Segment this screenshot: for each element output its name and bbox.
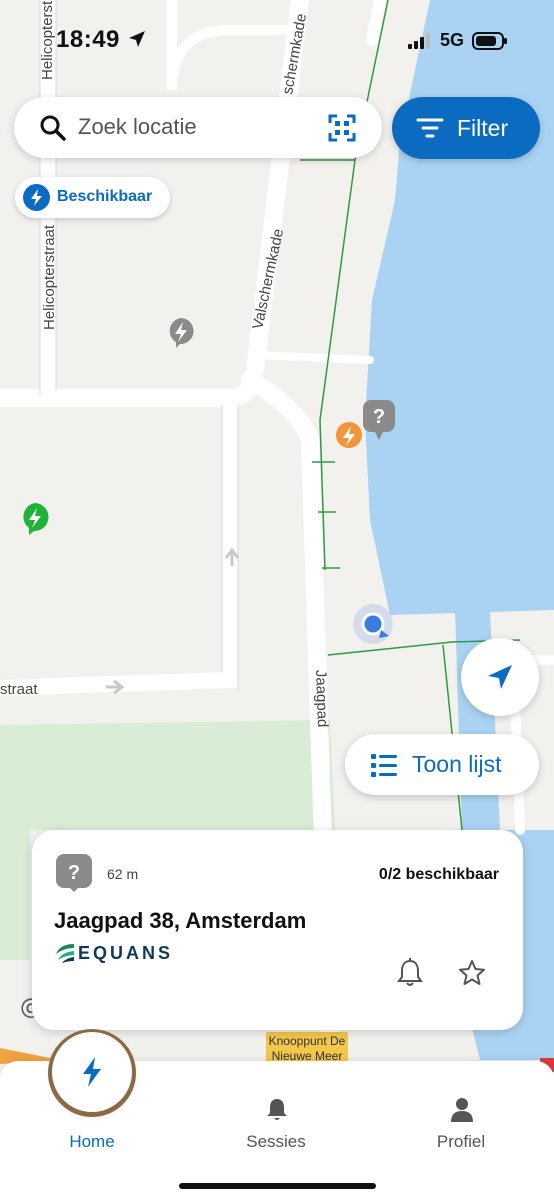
show-list-button[interactable]: Toon lijst (345, 734, 539, 795)
available-filter-chip[interactable]: Beschikbaar (15, 177, 170, 218)
time-text: 18:49 (56, 26, 120, 53)
favorite-star-icon[interactable] (458, 959, 486, 987)
chip-label: Beschikbaar (57, 188, 153, 205)
tab-sessies[interactable]: Sessies (216, 1132, 336, 1152)
location-card[interactable]: ? 62 m 0/2 beschikbaar Jaagpad 38, Amste… (32, 830, 523, 1030)
street-label-helicopterstraat: Helicopterstraat (41, 224, 58, 330)
svg-text:?: ? (373, 406, 385, 428)
street-label-straat: straat (0, 681, 38, 698)
bell-icon (267, 1099, 287, 1120)
filter-icon (416, 118, 444, 138)
bolt-icon (23, 184, 50, 211)
notify-bell-icon[interactable] (396, 958, 424, 988)
street-label-jaagpad: Jaagpad (312, 670, 331, 728)
location-title: Jaagpad 38, Amsterdam (54, 908, 307, 933)
equans-logo-icon (56, 944, 74, 963)
location-arrow-icon (129, 31, 146, 47)
filter-label: Filter (457, 115, 509, 141)
qr-scan-icon[interactable] (328, 114, 356, 142)
operator-name: EQUANS (78, 942, 174, 963)
tab-home-button[interactable] (52, 1032, 132, 1112)
tab-sessies-label: Sessies (246, 1132, 306, 1151)
battery-icon (472, 31, 507, 50)
show-list-label: Toon lijst (412, 751, 502, 777)
availability-label: 0/2 beschikbaar (378, 866, 499, 883)
tab-home[interactable]: Home (32, 1132, 152, 1152)
status-bar: 18:49 5G (0, 0, 554, 84)
tab-profiel[interactable]: Profiel (401, 1132, 521, 1152)
operator-logo: EQUANS (54, 942, 173, 964)
unknown-status-icon: ? (56, 854, 92, 892)
locate-me-button[interactable] (461, 638, 539, 716)
signal-icon (407, 32, 430, 49)
bolt-icon (83, 1057, 101, 1087)
filter-button[interactable]: Filter (392, 97, 540, 159)
charger-marker-busy[interactable] (336, 422, 362, 448)
home-indicator (179, 1183, 376, 1189)
list-icon (371, 754, 397, 777)
person-icon (451, 1098, 473, 1122)
tab-home-label: Home (69, 1132, 115, 1151)
search-icon (40, 115, 66, 141)
navigation-arrow-icon (488, 665, 512, 689)
search-input[interactable]: Zoek locatie (14, 97, 382, 158)
svg-text:?: ? (68, 862, 80, 884)
distance-label: 62 m (107, 866, 139, 882)
network-label: 5G (439, 30, 464, 50)
search-placeholder: Zoek locatie (78, 114, 197, 139)
status-time: 18:49 (56, 26, 147, 54)
user-location-icon (353, 604, 393, 644)
tab-profiel-label: Profiel (436, 1132, 486, 1151)
poi-label-line1: Knooppunt De (269, 1034, 346, 1048)
status-indicators: 5G (407, 30, 508, 51)
